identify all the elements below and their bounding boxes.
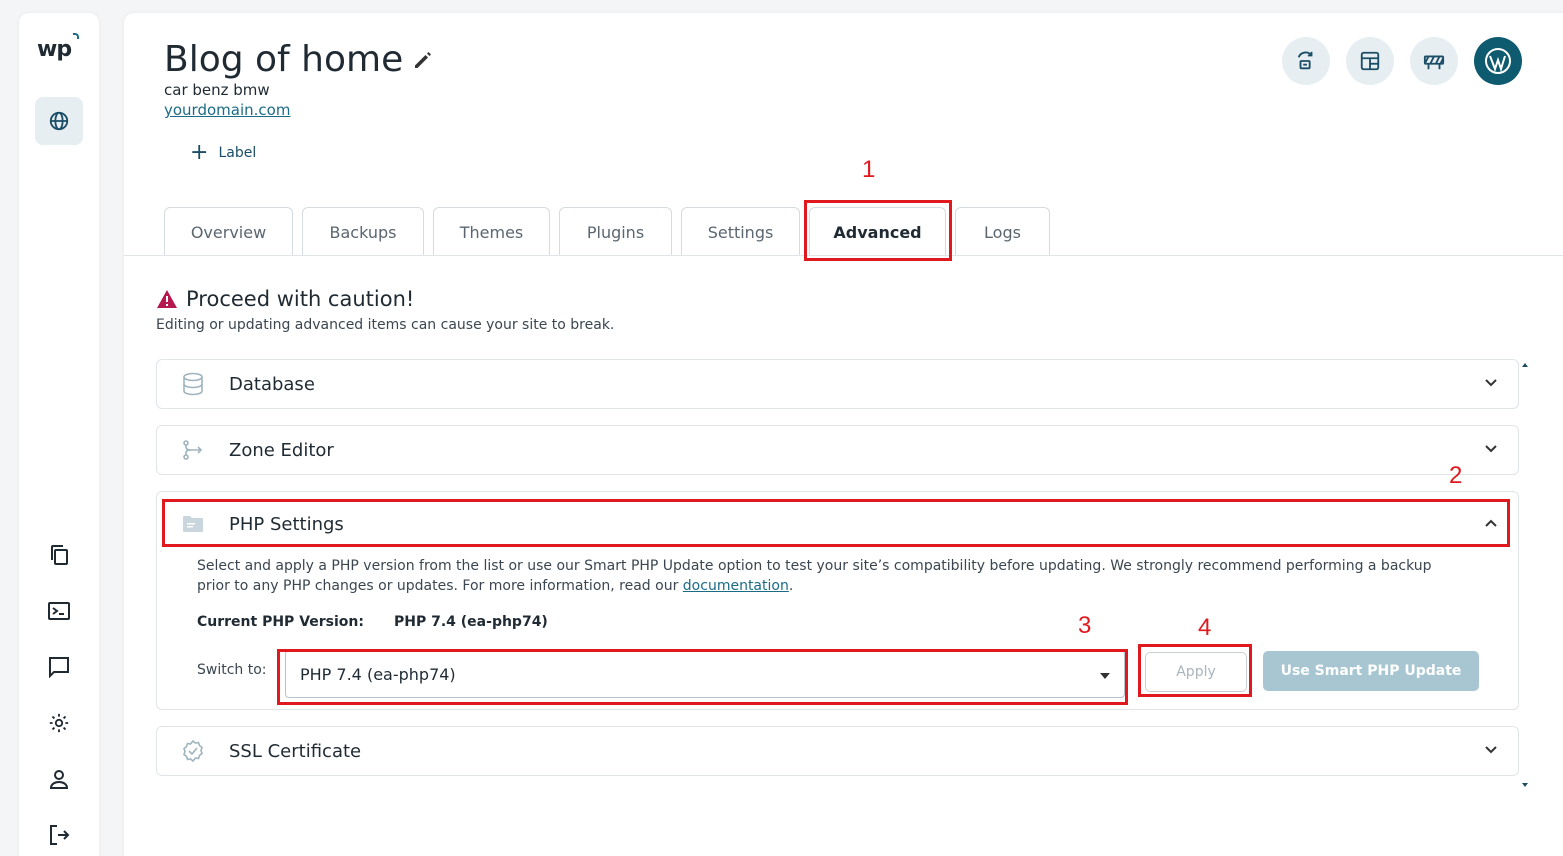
site-title-text: Blog of home	[164, 39, 404, 80]
scroll-up-arrow[interactable]	[1522, 362, 1528, 368]
annotation-2: 2	[1449, 462, 1463, 489]
tab-themes[interactable]: Themes	[433, 207, 550, 256]
chevron-down-icon	[1485, 746, 1497, 754]
site-domain-link[interactable]: yourdomain.com	[164, 101, 290, 119]
layout-icon	[1360, 51, 1380, 71]
annotation-box-apply	[1138, 644, 1252, 697]
terminal-icon	[48, 602, 70, 620]
chat-nav-button[interactable]	[47, 655, 71, 679]
user-icon	[49, 770, 69, 789]
php-description: Select and apply a PHP version from the …	[197, 558, 1432, 594]
terminal-nav-button[interactable]	[47, 599, 71, 623]
split-arrow-icon	[183, 440, 203, 460]
main-panel: Blog of home car benz bmw yourdomain.com…	[124, 13, 1563, 856]
copy-icon	[51, 545, 68, 565]
wp-admin-button[interactable]	[1474, 37, 1522, 85]
account-nav-button[interactable]	[47, 767, 71, 791]
caution-heading: Proceed with caution!	[156, 287, 414, 311]
tab-overview[interactable]: Overview	[164, 207, 293, 256]
annotation-box-advanced	[804, 200, 952, 261]
wp-logo[interactable]: wp	[37, 33, 80, 62]
page-title: Blog of home	[164, 39, 433, 80]
ssl-certificate-section: SSL Certificate	[156, 726, 1519, 776]
maintenance-button[interactable]	[1410, 37, 1458, 85]
zone-editor-section: Zone Editor	[156, 425, 1519, 475]
annotation-1: 1	[862, 156, 876, 183]
caution-subtitle: Editing or updating advanced items can c…	[156, 317, 615, 333]
add-label-button[interactable]: + Label	[190, 140, 257, 165]
layout-button[interactable]	[1346, 37, 1394, 85]
logout-nav-button[interactable]	[47, 823, 71, 847]
settings-nav-button[interactable]	[47, 711, 71, 735]
sync-icon	[1297, 51, 1313, 70]
warning-icon	[157, 290, 177, 308]
current-php-value: PHP 7.4 (ea-php74)	[394, 614, 548, 630]
zone-editor-title: Zone Editor	[229, 439, 334, 461]
scroll-down-arrow[interactable]	[1522, 782, 1528, 788]
globe-icon	[49, 111, 69, 131]
zone-editor-header[interactable]: Zone Editor	[157, 426, 1518, 474]
switch-to-label: Switch to:	[197, 662, 267, 678]
gear-icon	[49, 713, 69, 733]
chevron-down-icon	[1485, 445, 1497, 453]
tab-logs[interactable]: Logs	[955, 207, 1050, 256]
ssl-certificate-title: SSL Certificate	[229, 740, 362, 762]
sidebar: wp	[19, 13, 99, 856]
annotation-4: 4	[1198, 614, 1212, 641]
database-header[interactable]: Database	[157, 360, 1518, 408]
database-icon	[183, 372, 203, 396]
tab-backups[interactable]: Backups	[302, 207, 424, 256]
logout-icon	[50, 825, 70, 845]
site-tagline: car benz bmw	[164, 81, 270, 99]
chat-icon	[49, 657, 69, 678]
pencil-icon[interactable]	[413, 50, 433, 70]
annotation-box-php-settings	[162, 499, 1510, 547]
documentation-link[interactable]: documentation	[683, 578, 789, 594]
smart-php-update-button[interactable]: Use Smart PHP Update	[1263, 651, 1479, 691]
wordpress-icon	[1485, 48, 1511, 74]
database-section: Database	[156, 359, 1519, 409]
staging-button[interactable]	[1282, 37, 1330, 85]
site-actions	[1282, 37, 1522, 85]
database-title: Database	[229, 373, 315, 395]
plus-icon: +	[190, 140, 209, 165]
chevron-down-icon	[1485, 379, 1497, 387]
sites-nav-button[interactable]	[35, 97, 83, 145]
add-label-text: Label	[218, 145, 257, 161]
annotation-3: 3	[1078, 612, 1092, 639]
tab-plugins[interactable]: Plugins	[559, 207, 672, 256]
copy-nav-button[interactable]	[47, 543, 71, 567]
barrier-icon	[1423, 55, 1445, 70]
badge-check-icon	[183, 739, 203, 763]
ssl-certificate-header[interactable]: SSL Certificate	[157, 727, 1518, 775]
current-php-label: Current PHP Version:	[197, 614, 364, 630]
tab-settings[interactable]: Settings	[681, 207, 800, 256]
annotation-box-select	[277, 649, 1128, 705]
caution-title: Proceed with caution!	[186, 287, 415, 311]
